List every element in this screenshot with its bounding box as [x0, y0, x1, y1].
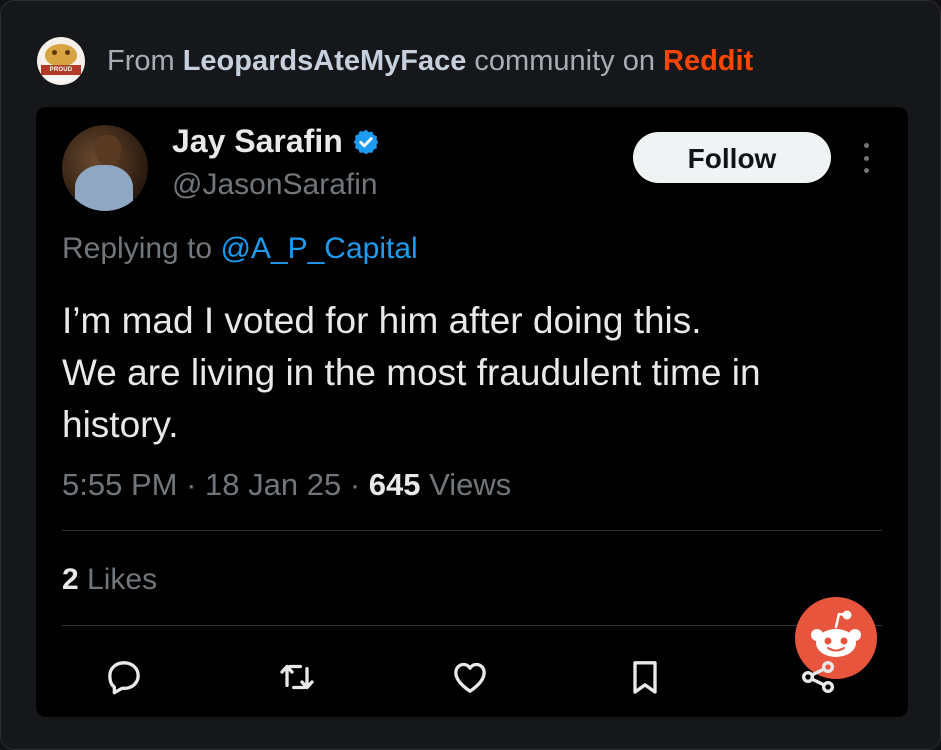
author-name-row: Jay Sarafin	[172, 123, 380, 160]
more-dot	[863, 143, 869, 148]
tweet-time[interactable]: 5:55 PM	[62, 467, 177, 502]
likes-row[interactable]: 2 Likes	[62, 563, 157, 597]
follow-button[interactable]: Follow	[633, 132, 831, 183]
community-header: PROUD MEMBER From LeopardsAteMyFace comm…	[37, 35, 753, 87]
leopard-face-graphic	[45, 44, 77, 66]
reply-icon[interactable]	[102, 655, 146, 699]
like-icon[interactable]	[448, 655, 492, 699]
retweet-icon[interactable]	[275, 655, 319, 699]
meta-separator: ·	[186, 467, 197, 502]
replying-prefix: Replying to	[62, 232, 221, 265]
author-handle[interactable]: @JasonSarafin	[172, 168, 378, 202]
share-icon[interactable]	[796, 655, 840, 699]
likes-count: 2	[62, 563, 79, 596]
community-attribution: From LeopardsAteMyFace community on Redd…	[107, 45, 753, 78]
meta-separator: ·	[349, 467, 361, 502]
attribution-middle: community on	[466, 44, 664, 77]
views-label: Views	[429, 467, 512, 502]
tweet-text-line: I’m mad I voted for him after doing this…	[62, 300, 702, 341]
reddit-embed-frame: PROUD MEMBER From LeopardsAteMyFace comm…	[0, 0, 941, 750]
leopard-logo-icon[interactable]: PROUD MEMBER	[37, 37, 85, 85]
tweet-date[interactable]: 18 Jan 25	[205, 467, 341, 502]
tweet-text-line: We are living in the most fraudulent tim…	[62, 352, 761, 393]
avatar-figure-head	[95, 135, 121, 165]
tweet-text: I’m mad I voted for him after doing this…	[62, 295, 862, 451]
divider	[62, 625, 882, 626]
likes-label: Likes	[87, 563, 158, 596]
reddit-link[interactable]: Reddit	[663, 45, 753, 77]
bookmark-icon-glyph	[633, 661, 657, 694]
divider	[62, 530, 882, 531]
views-count: 645	[368, 467, 421, 502]
bookmark-icon[interactable]	[623, 655, 667, 699]
retweet-icon-glyph	[280, 664, 314, 690]
tweet-meta: 5:55 PM · 18 Jan 25 · 645 Views	[62, 467, 511, 503]
reply-icon-glyph	[108, 661, 140, 695]
tweet-card: Jay Sarafin @JasonSarafin Follow Replyin…	[36, 107, 908, 717]
like-icon-glyph	[454, 662, 486, 693]
avatar-figure-body	[75, 165, 133, 211]
share-icon-glyph	[802, 661, 834, 693]
subreddit-link[interactable]: LeopardsAteMyFace	[183, 45, 467, 77]
verified-badge-icon	[353, 129, 379, 154]
replying-to: Replying to @A_P_Capital	[62, 232, 418, 266]
attribution-prefix: From	[107, 44, 183, 77]
more-dot	[863, 155, 869, 161]
avatar[interactable]	[62, 125, 148, 211]
mention-link[interactable]: @A_P_Capital	[220, 232, 417, 265]
logo-ribbon: PROUD MEMBER	[41, 65, 81, 83]
more-dot	[863, 168, 869, 173]
tweet-text-line: history.	[62, 404, 179, 445]
more-options-icon[interactable]	[856, 143, 876, 173]
author-name[interactable]: Jay Sarafin	[172, 123, 343, 160]
